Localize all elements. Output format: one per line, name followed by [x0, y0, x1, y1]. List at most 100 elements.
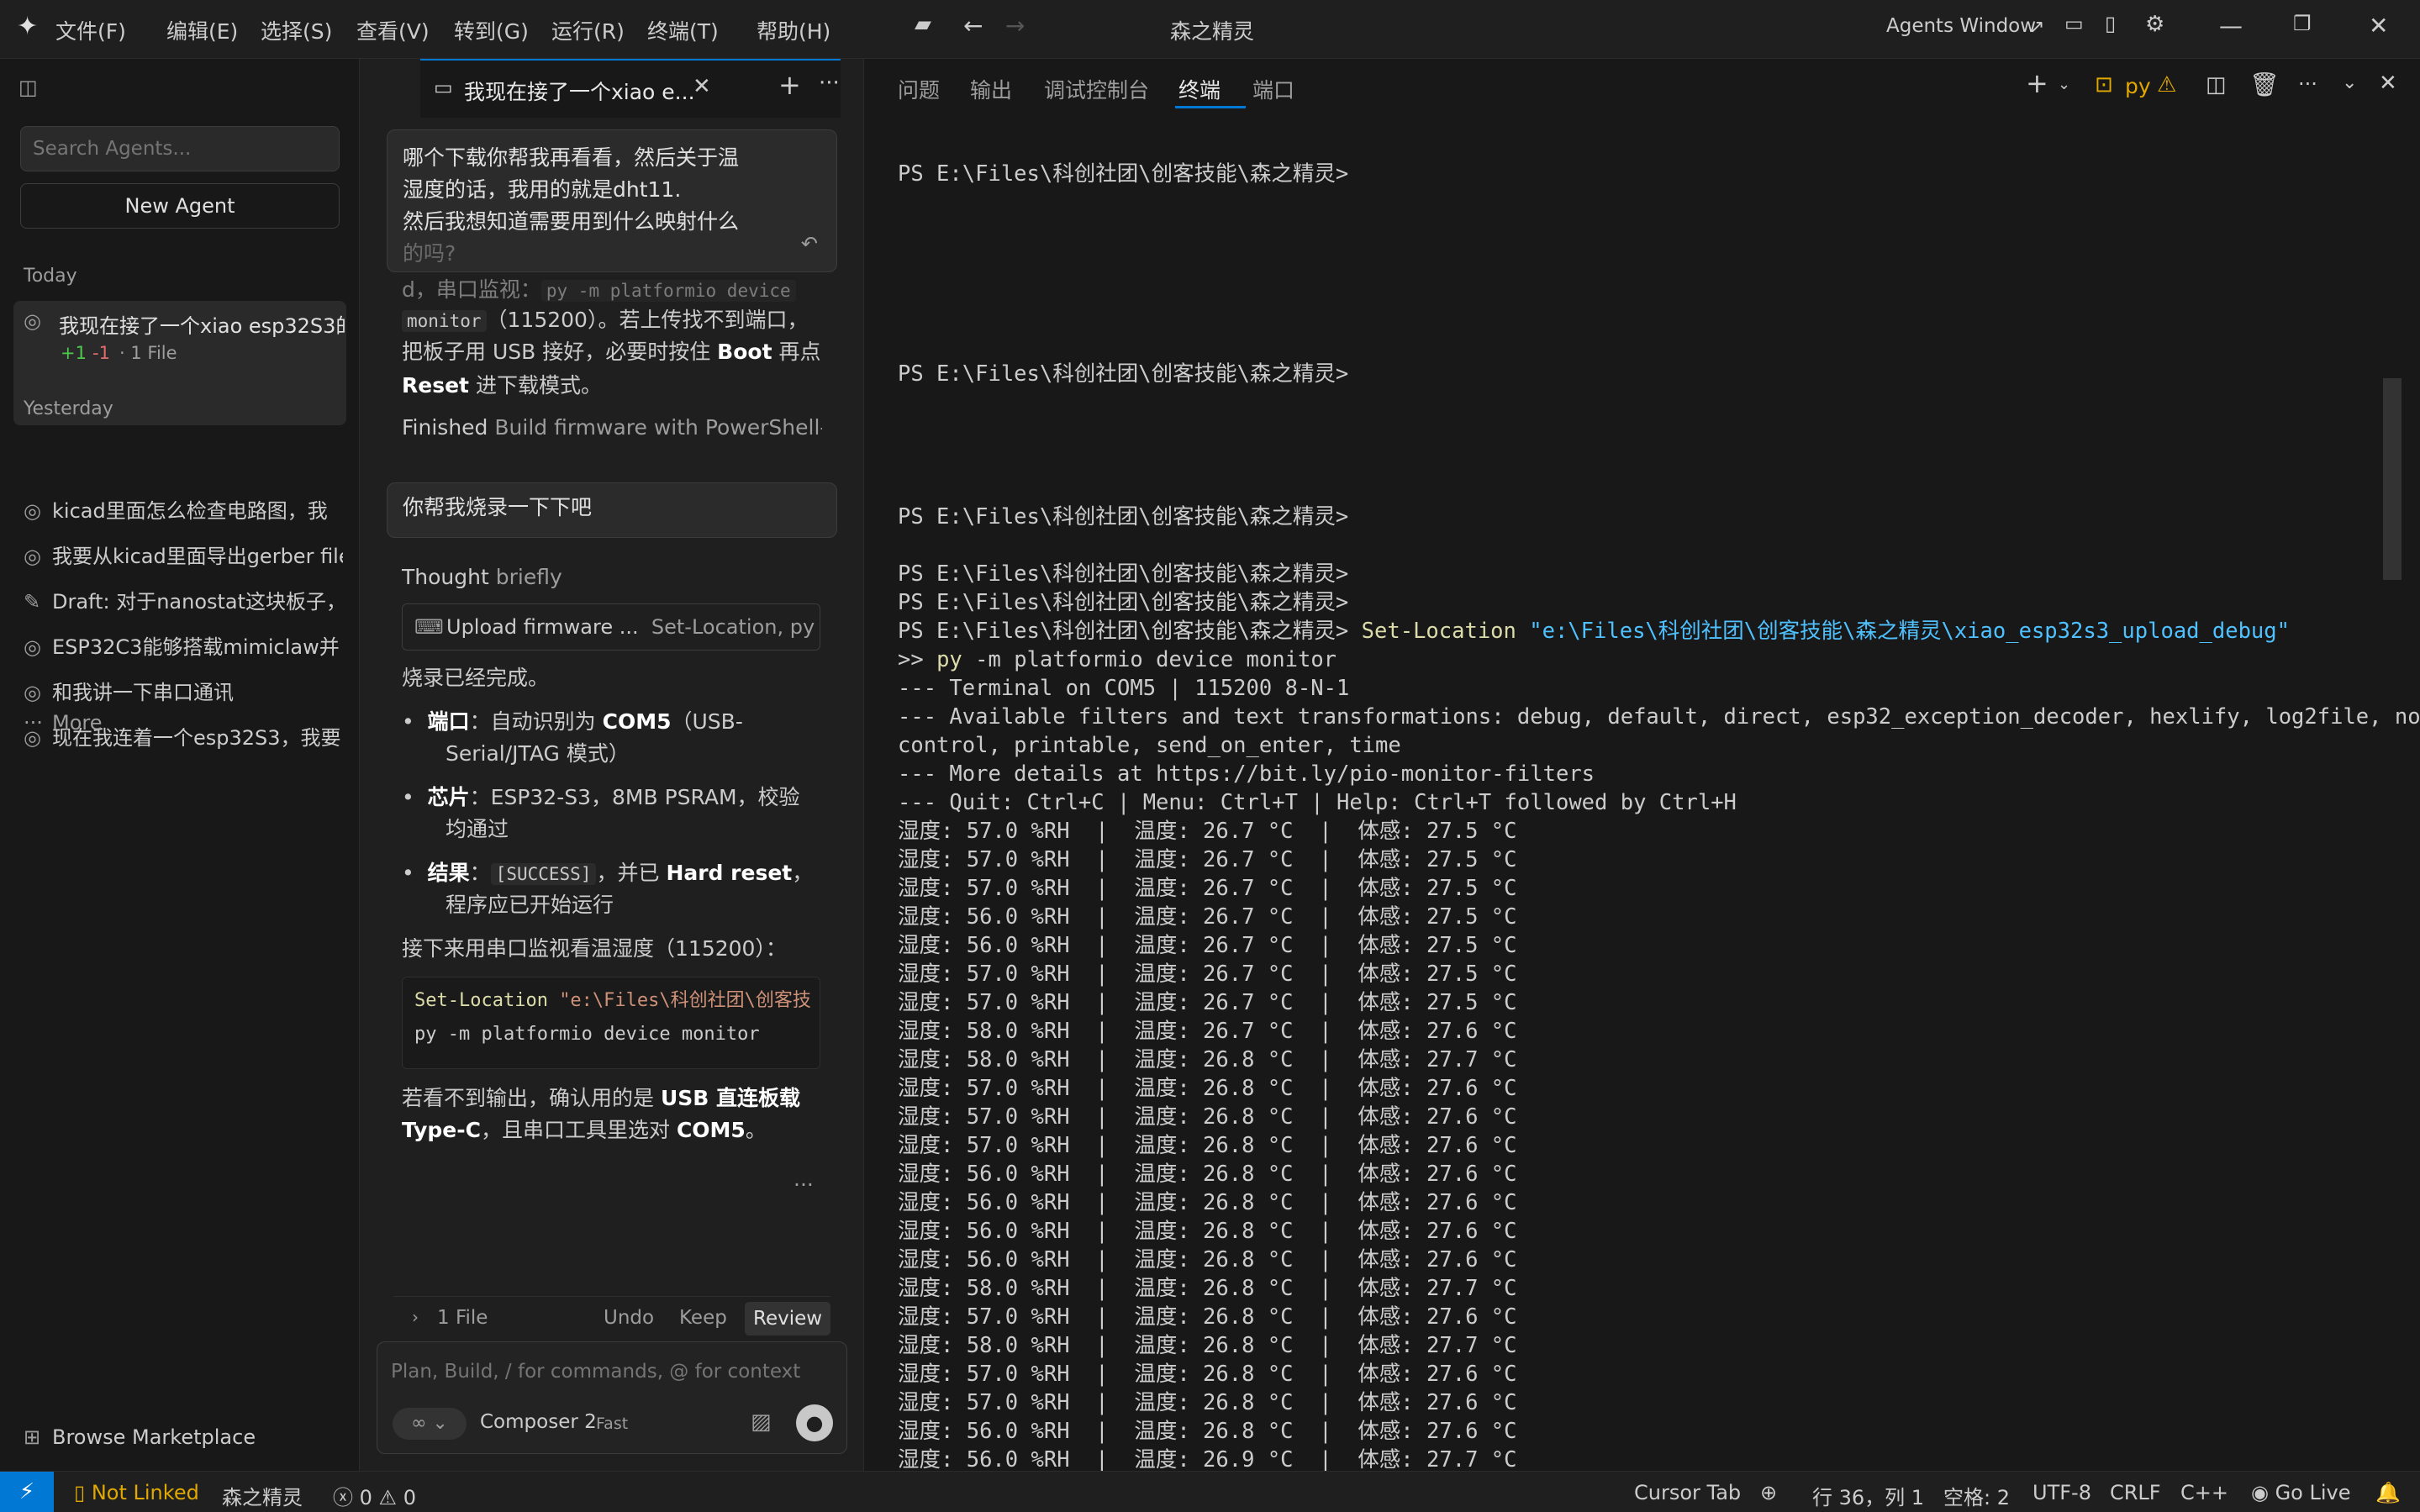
finished-step[interactable]: Finished Build firmware with PowerShell-…: [402, 412, 822, 444]
terminal-text: |: [1069, 961, 1135, 987]
chat-tab[interactable]: ▭ 我现在接了一个xiao e... ✕: [420, 59, 841, 118]
more-agents-link[interactable]: ··· More: [24, 711, 343, 745]
panel-tab[interactable]: 调试控制台: [1044, 74, 1149, 104]
toggle-sidebar-icon[interactable]: ▯: [2105, 12, 2116, 35]
agent-item-yesterday[interactable]: ✎ Draft: 对于nanostat这块板子，: [24, 585, 343, 619]
microphone-icon[interactable]: ●: [796, 1404, 833, 1441]
sensor-reading-line: 湿度: 57.0 %RH | 温度: 26.7 °C | 体感: 27.5 °C: [898, 960, 1517, 988]
terminal-text: 体感:: [1358, 1390, 1427, 1415]
terminal-text: |: [1069, 904, 1135, 930]
search-agents-input[interactable]: [20, 126, 340, 171]
terminal-info-line: --- Available filters and text transform…: [898, 703, 2420, 731]
app-window: ✦ 文件(F) 编辑(E) 选择(S) 查看(V) 转到(G) 运行(R) 终端(T) 帮助(…: [0, 0, 2420, 1512]
terminal-text: 26.8: [1203, 1390, 1255, 1415]
terminal-text: 26.8: [1203, 1190, 1255, 1215]
chat-more-icon[interactable]: ···: [819, 71, 840, 96]
menu-item[interactable]: 文件(F): [55, 15, 126, 45]
zoom-icon[interactable]: ⊕: [1760, 1481, 1777, 1504]
chevron-down-icon[interactable]: ⌄: [2058, 76, 2070, 93]
new-agent-button[interactable]: New Agent: [20, 183, 340, 229]
terminal-text: >>: [898, 647, 937, 672]
assistant-done-text: 烧录已经完成。: [402, 666, 550, 690]
terminal-text: 湿度:: [898, 1104, 967, 1130]
user-message-1[interactable]: 哪个下载你帮我再看看，然后关于温 湿度的话，我用的就是dht11. 然后我想知道…: [387, 129, 837, 272]
cursor-position[interactable]: 行 36，列 1: [1812, 1481, 1924, 1510]
toggle-panel-icon[interactable]: ▭: [2064, 12, 2084, 35]
agent-item-yesterday[interactable]: ◎ 和我讲一下串口通讯: [24, 676, 343, 709]
terminal-shell-icon[interactable]: ⊡: [2095, 72, 2113, 97]
changed-files-count[interactable]: 1 File: [437, 1307, 488, 1329]
remote-icon[interactable]: ⚡: [0, 1472, 54, 1512]
terminal-text: 27.7: [1426, 1447, 1479, 1472]
terminal-text: |: [1069, 1304, 1135, 1330]
thought-step[interactable]: Thought briefly: [402, 561, 562, 593]
indentation-status[interactable]: 空格: 2: [1943, 1481, 2010, 1510]
agents-window-button[interactable]: Agents Window: [1886, 15, 2036, 37]
split-terminal-icon[interactable]: ◫: [2206, 72, 2227, 97]
trash-icon[interactable]: 🗑: [2249, 71, 2280, 98]
panel-tab[interactable]: 输出: [970, 74, 1012, 104]
problems-status[interactable]: ⓧ 0 ⚠ 0: [333, 1481, 416, 1510]
agent-item-yesterday[interactable]: ◎ ESP32C3能够搭载mimiclaw并: [24, 630, 343, 664]
terminal-text: °C: [1478, 990, 1517, 1015]
image-attach-icon[interactable]: ▨: [751, 1409, 772, 1435]
chevron-right-icon[interactable]: ›: [412, 1307, 419, 1327]
restore-icon[interactable]: ❐: [2293, 12, 2312, 35]
encoding-status[interactable]: UTF-8: [2032, 1481, 2091, 1504]
warning-icon[interactable]: ⚠: [2157, 72, 2176, 97]
bell-icon[interactable]: 🔔: [2375, 1481, 2401, 1504]
terminal-text: °C: [1254, 847, 1294, 872]
terminal-text: 26.7: [1203, 847, 1255, 872]
undo-button[interactable]: Undo: [604, 1307, 654, 1329]
shell-name[interactable]: py: [2125, 74, 2151, 98]
agent-item-yesterday[interactable]: ◎ kicad里面怎么检查电路图，我: [24, 494, 343, 528]
panel-tab[interactable]: 端口: [1252, 74, 1294, 104]
close-window-icon[interactable]: ✕: [2369, 12, 2388, 40]
terminal-text: 57.0: [966, 847, 1019, 872]
message-actions-ellipsis[interactable]: ...: [793, 1163, 814, 1195]
settings-gear-icon[interactable]: ⚙: [2145, 12, 2164, 37]
terminal-text: 26.7: [1203, 961, 1255, 987]
speed-selector[interactable]: Fast: [596, 1415, 628, 1433]
eol-status[interactable]: CRLF: [2110, 1481, 2161, 1504]
menu-item[interactable]: 转到(G): [454, 15, 529, 45]
close-panel-icon[interactable]: ✕: [2379, 71, 2397, 96]
maximize-panel-icon[interactable]: ⌄: [2342, 72, 2357, 93]
tool-call-upload[interactable]: ⌨ Upload firmware ... Set-Location, py: [402, 603, 820, 651]
menu-item[interactable]: 帮助(H): [757, 15, 830, 45]
revert-icon[interactable]: ↶: [801, 228, 818, 260]
not-linked-status[interactable]: ▯ Not Linked: [74, 1481, 199, 1504]
panel-tab[interactable]: 问题: [898, 74, 940, 104]
new-chat-plus-icon[interactable]: +: [778, 69, 801, 101]
user-message-2[interactable]: 你帮我烧录一下下吧: [387, 482, 837, 538]
menu-item[interactable]: 运行(R): [551, 15, 625, 45]
minimize-icon[interactable]: —: [2219, 12, 2243, 40]
terminal-text: %RH: [1018, 1190, 1070, 1215]
keep-button[interactable]: Keep: [679, 1307, 727, 1329]
sidebar-toggle-icon[interactable]: ◫: [18, 76, 38, 99]
review-button[interactable]: Review: [745, 1302, 831, 1336]
chat-bubble-icon[interactable]: ▰: [915, 12, 931, 37]
code-block[interactable]: Set-Location "e:\Files\科创社团\创客技 py -m pl…: [402, 977, 820, 1069]
workspace-name[interactable]: 森之精灵: [222, 1481, 303, 1510]
model-selector[interactable]: Composer 2: [480, 1411, 597, 1433]
close-tab-icon[interactable]: ✕: [693, 74, 711, 99]
menu-item[interactable]: 终端(T): [647, 15, 719, 45]
panel-tab[interactable]: 终端: [1178, 74, 1221, 104]
panel-more-icon[interactable]: ···: [2298, 72, 2317, 96]
new-terminal-plus-icon[interactable]: +: [2026, 67, 2048, 99]
menu-item[interactable]: 编辑(E): [166, 15, 238, 45]
terminal-text: 26.7: [1203, 819, 1255, 844]
cursor-tab-status[interactable]: Cursor Tab: [1634, 1481, 1741, 1504]
forward-arrow-icon[interactable]: →: [1005, 12, 1025, 40]
menu-item[interactable]: 选择(S): [261, 15, 332, 45]
mode-infinity-toggle[interactable]: ∞ ⌄: [393, 1408, 467, 1440]
agent-item-yesterday[interactable]: ◎ 我要从kicad里面导出gerber file: [24, 540, 343, 573]
chat-input[interactable]: [391, 1354, 828, 1389]
language-status[interactable]: C++: [2180, 1481, 2228, 1504]
go-live-button[interactable]: ◉ Go Live: [2251, 1481, 2351, 1504]
browse-marketplace-link[interactable]: ⊞ Browse Marketplace: [24, 1425, 343, 1459]
menu-item[interactable]: 查看(V): [356, 15, 430, 45]
back-arrow-icon[interactable]: ←: [963, 12, 983, 40]
terminal-scrollbar[interactable]: [2383, 378, 2402, 580]
